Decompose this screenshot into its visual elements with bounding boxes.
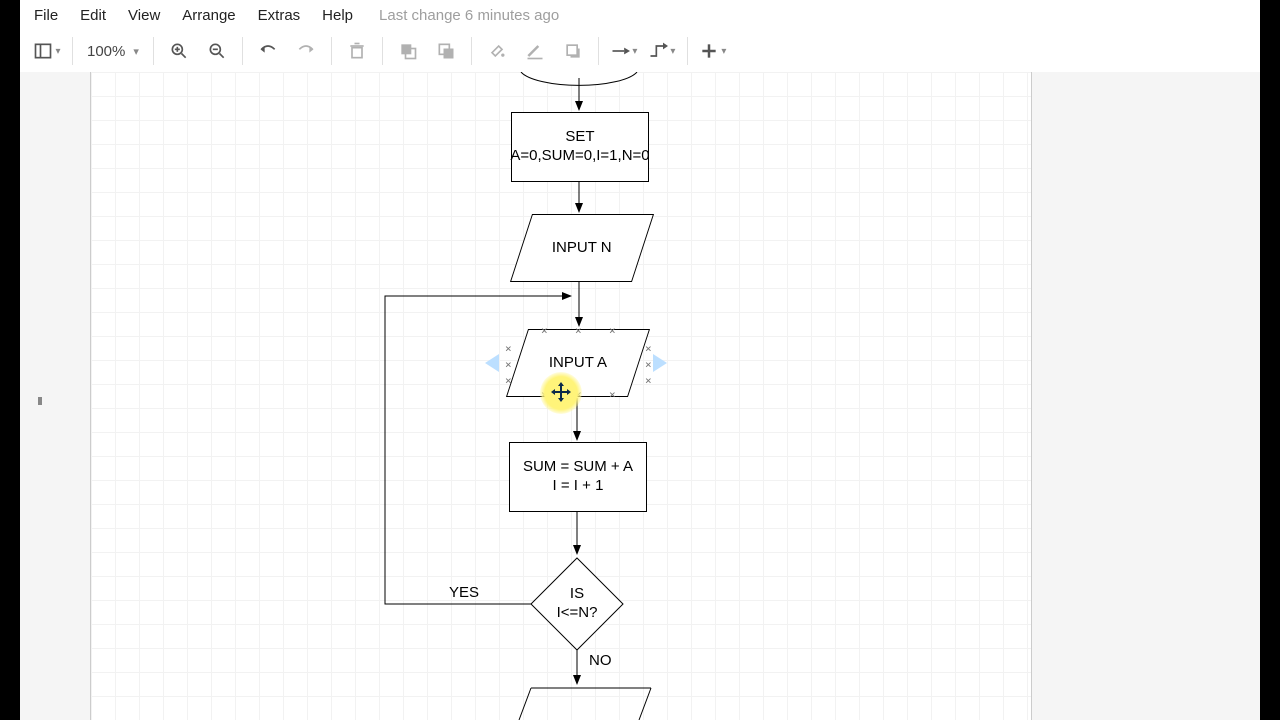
line-color-button[interactable]	[520, 36, 550, 66]
to-front-button[interactable]	[393, 36, 423, 66]
node-input-n[interactable]: INPUT N	[510, 214, 654, 282]
menu-help[interactable]: Help	[322, 7, 353, 24]
menu-bar: File Edit View Arrange Extras Help Last …	[20, 0, 1260, 30]
menu-edit[interactable]: Edit	[80, 7, 106, 24]
canvas[interactable]: SET A=0,SUM=0,I=1,N=0 INPUT N INPUT A × …	[20, 72, 1260, 720]
shadow-button[interactable]	[558, 36, 588, 66]
flowchart[interactable]: SET A=0,SUM=0,I=1,N=0 INPUT N INPUT A × …	[91, 72, 1031, 720]
sidebar-toggle-button[interactable]: ▾	[32, 36, 62, 66]
zoom-in-button[interactable]	[164, 36, 194, 66]
node-set[interactable]: SET A=0,SUM=0,I=1,N=0	[511, 112, 649, 182]
move-cursor-icon	[551, 382, 571, 402]
zoom-level[interactable]: 100%▾	[87, 43, 139, 60]
node-sum[interactable]: SUM = SUM + A I = I + 1	[509, 442, 647, 512]
zoom-out-button[interactable]	[202, 36, 232, 66]
fill-color-button[interactable]	[482, 36, 512, 66]
edge-label-no[interactable]: NO	[589, 652, 612, 669]
redo-button[interactable]	[291, 36, 321, 66]
delete-button[interactable]	[342, 36, 372, 66]
menu-view[interactable]: View	[128, 7, 160, 24]
undo-button[interactable]	[253, 36, 283, 66]
to-back-button[interactable]	[431, 36, 461, 66]
last-change-status: Last change 6 minutes ago	[379, 7, 559, 24]
node-decision[interactable]: IS I<=N?	[547, 584, 607, 624]
ruler-marker	[38, 397, 42, 405]
menu-extras[interactable]: Extras	[258, 7, 301, 24]
edge-label-yes[interactable]: YES	[449, 584, 479, 601]
menu-file[interactable]: File	[34, 7, 58, 24]
page[interactable]: SET A=0,SUM=0,I=1,N=0 INPUT N INPUT A × …	[90, 72, 1032, 720]
insert-button[interactable]: ▾	[698, 36, 728, 66]
waypoint-style-button[interactable]: ▾	[647, 36, 677, 66]
menu-arrange[interactable]: Arrange	[182, 7, 235, 24]
direction-hint-right[interactable]	[653, 354, 667, 372]
direction-hint-left[interactable]	[485, 354, 499, 372]
toolbar: ▾ 100%▾	[20, 30, 1260, 73]
connection-style-button[interactable]: ▾	[609, 36, 639, 66]
